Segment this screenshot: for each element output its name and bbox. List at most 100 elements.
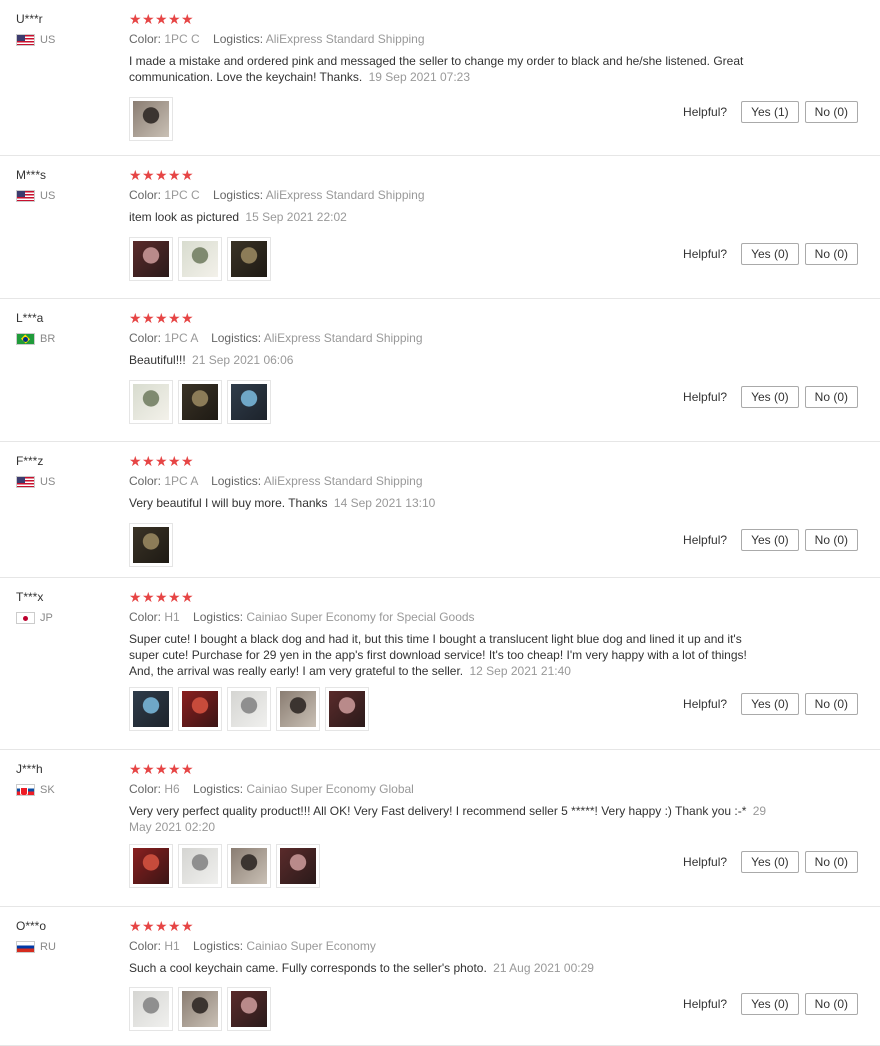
photo-keychain	[182, 691, 218, 727]
review-photo-thumbnail[interactable]	[129, 380, 173, 424]
review-date: 12 Sep 2021 21:40	[469, 664, 571, 678]
color-value: 1PC A	[164, 331, 198, 345]
logistics-label: Logistics:	[211, 331, 262, 345]
rating-stars: ★★★★★	[129, 453, 769, 469]
review-photo-thumbnail[interactable]	[227, 687, 271, 731]
helpful-controls: Helpful? Yes (0) No (0)	[683, 386, 858, 408]
review-text: I made a mistake and ordered pink and me…	[129, 53, 769, 85]
review-photo-thumbnail[interactable]	[178, 987, 222, 1031]
helpful-no-button[interactable]: No (0)	[804, 851, 858, 873]
review-content: ★★★★★ Color: 1PC A Logistics: AliExpress …	[129, 310, 769, 368]
helpful-no-button[interactable]: No (0)	[804, 101, 858, 123]
review-photo-thumbnail[interactable]	[276, 687, 320, 731]
review-photo-thumbnail[interactable]	[227, 844, 271, 888]
star-icon: ★	[168, 11, 182, 27]
star-icon: ★	[142, 453, 156, 469]
reviewer-name: L***a	[16, 311, 44, 325]
helpful-no-button[interactable]: No (0)	[804, 693, 858, 715]
review-photo-thumbnail[interactable]	[276, 844, 320, 888]
review-photo-thumbnail[interactable]	[227, 237, 271, 281]
logistics-label: Logistics:	[193, 782, 244, 796]
review-photos	[129, 237, 271, 281]
photo-keychain	[231, 691, 267, 727]
color-label: Color:	[129, 610, 162, 624]
country-code: JP	[40, 612, 53, 624]
helpful-yes-button[interactable]: Yes (0)	[741, 386, 799, 408]
reviewer-country: SK	[16, 783, 116, 797]
star-icon: ★	[129, 453, 143, 469]
review-photos	[129, 523, 173, 567]
reviewer-country: US	[16, 33, 116, 47]
review-text: item look as pictured 15 Sep 2021 22:02	[129, 209, 769, 225]
review-text: Very very perfect quality product!!! All…	[129, 803, 769, 835]
photo-keychain	[133, 848, 169, 884]
star-icon: ★	[129, 918, 143, 934]
star-icon: ★	[181, 453, 195, 469]
helpful-no-button[interactable]: No (0)	[804, 993, 858, 1015]
helpful-yes-button[interactable]: Yes (0)	[741, 529, 799, 551]
reviewer-name: J***h	[16, 762, 43, 776]
helpful-controls: Helpful? Yes (0) No (0)	[683, 243, 858, 265]
color-label: Color:	[129, 188, 162, 202]
star-icon: ★	[168, 167, 182, 183]
helpful-label: Helpful?	[683, 390, 728, 404]
review-photo-thumbnail[interactable]	[325, 687, 369, 731]
reviewer-name: T***x	[16, 590, 44, 604]
review-content: ★★★★★ Color: 1PC A Logistics: AliExpress …	[129, 453, 769, 511]
reviewer-country: RU	[16, 940, 116, 954]
review-photo-thumbnail[interactable]	[178, 687, 222, 731]
review-photo-thumbnail[interactable]	[129, 987, 173, 1031]
photo-keychain	[280, 691, 316, 727]
review-item: M***s US ★★★★★ Color: 1PC C Logistics: AliE…	[0, 156, 880, 299]
review-body: Super cute! I bought a black dog and had…	[129, 632, 747, 678]
review-photo-thumbnail[interactable]	[178, 237, 222, 281]
photo-keychain	[231, 241, 267, 277]
review-photo-thumbnail[interactable]	[129, 844, 173, 888]
reviewer-info: L***a BR	[16, 310, 116, 346]
review-photo-thumbnail[interactable]	[227, 380, 271, 424]
helpful-no-button[interactable]: No (0)	[804, 243, 858, 265]
review-item: F***z US ★★★★★ Color: 1PC A Logistics: AliE…	[0, 442, 880, 578]
star-icon: ★	[129, 310, 143, 326]
review-attributes: Color: H1 Logistics: Cainiao Super Econo…	[129, 938, 769, 954]
review-photo-thumbnail[interactable]	[178, 844, 222, 888]
helpful-no-button[interactable]: No (0)	[804, 386, 858, 408]
review-photo-thumbnail[interactable]	[178, 380, 222, 424]
color-label: Color:	[129, 474, 162, 488]
helpful-no-button[interactable]: No (0)	[804, 529, 858, 551]
review-text: Very beautiful I will buy more. Thanks 1…	[129, 495, 769, 511]
logistics-value: AliExpress Standard Shipping	[263, 331, 423, 345]
logistics-label: Logistics:	[213, 32, 264, 46]
review-photo-thumbnail[interactable]	[227, 987, 271, 1031]
color-label: Color:	[129, 331, 162, 345]
star-icon: ★	[155, 167, 169, 183]
review-date: 21 Aug 2021 00:29	[493, 961, 594, 975]
color-value: H6	[164, 782, 180, 796]
helpful-yes-button[interactable]: Yes (0)	[741, 243, 799, 265]
review-text: Beautiful!!! 21 Sep 2021 06:06	[129, 352, 769, 368]
review-text: Such a cool keychain came. Fully corresp…	[129, 960, 769, 976]
helpful-yes-button[interactable]: Yes (0)	[741, 693, 799, 715]
review-photo-thumbnail[interactable]	[129, 237, 173, 281]
helpful-yes-button[interactable]: Yes (1)	[741, 101, 799, 123]
review-photo-thumbnail[interactable]	[129, 97, 173, 141]
photo-keychain	[133, 991, 169, 1027]
rating-stars: ★★★★★	[129, 761, 769, 777]
review-photo-thumbnail[interactable]	[129, 687, 173, 731]
helpful-label: Helpful?	[683, 855, 728, 869]
helpful-controls: Helpful? Yes (0) No (0)	[683, 693, 858, 715]
review-photo-thumbnail[interactable]	[129, 523, 173, 567]
star-icon: ★	[129, 11, 143, 27]
review-date: 14 Sep 2021 13:10	[333, 496, 436, 510]
color-label: Color:	[129, 32, 162, 46]
helpful-yes-button[interactable]: Yes (0)	[741, 851, 799, 873]
photo-keychain	[231, 384, 267, 420]
helpful-yes-button[interactable]: Yes (0)	[741, 993, 799, 1015]
review-attributes: Color: H6 Logistics: Cainiao Super Econo…	[129, 781, 769, 797]
review-photos	[129, 380, 271, 424]
reviewer-country: US	[16, 475, 116, 489]
helpful-label: Helpful?	[683, 247, 728, 261]
review-item: T***x JP ★★★★★ Color: H1 Logistics: Cainiao…	[0, 578, 880, 750]
color-value: 1PC C	[164, 188, 200, 202]
color-value: 1PC A	[164, 474, 198, 488]
